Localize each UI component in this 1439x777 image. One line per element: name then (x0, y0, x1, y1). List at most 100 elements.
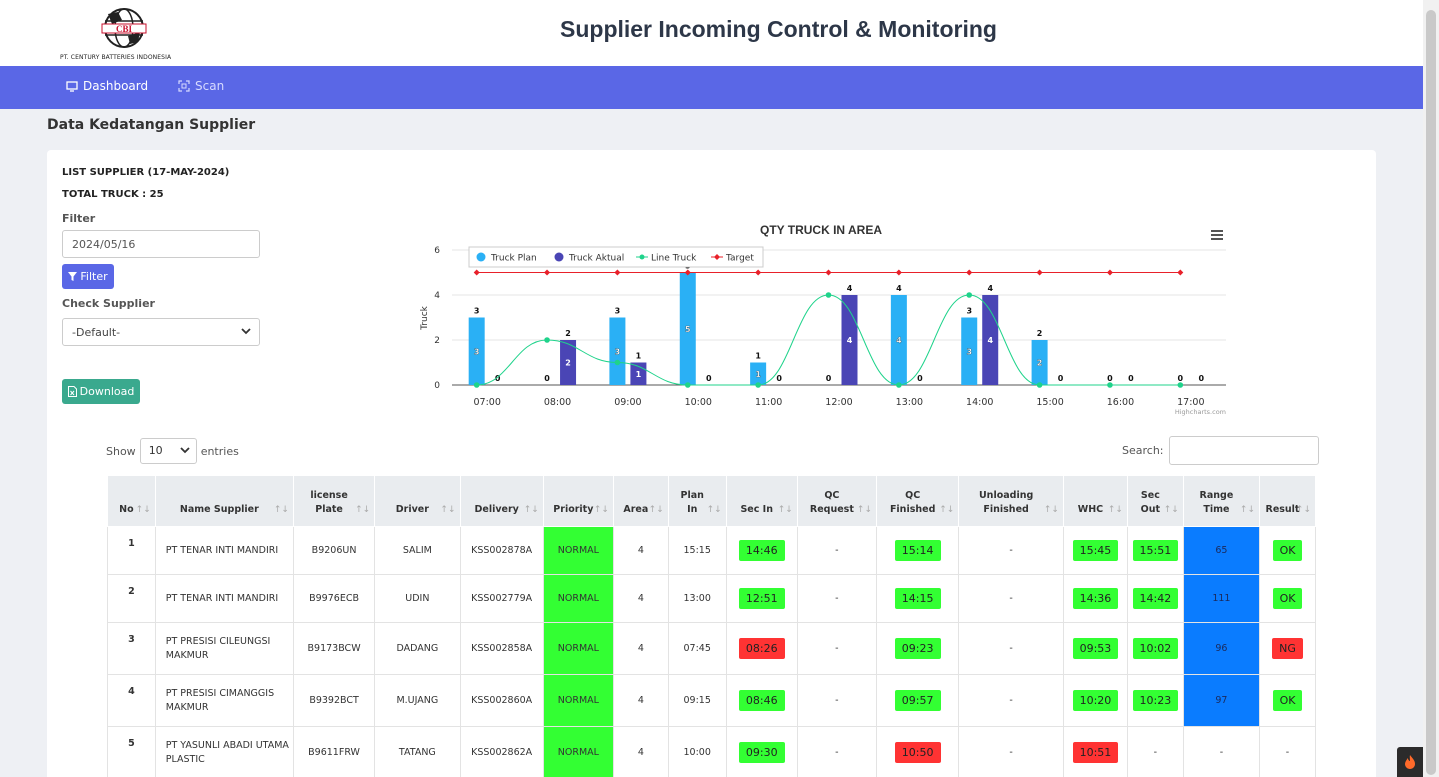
sort-icon[interactable]: ↑↓ (440, 503, 455, 517)
company-logo[interactable]: CBI PT. CENTURY BATTERIES INDONESIA (60, 8, 186, 64)
cell-qc-finished-badge: 14:15 (894, 588, 941, 609)
table-search: Search: (1122, 436, 1319, 465)
cell-result: - (1259, 726, 1316, 777)
bar-data-label: 2 (1037, 329, 1043, 338)
x-tick-label: 13:00 (896, 397, 923, 408)
target-marker (544, 269, 551, 276)
x-tick-label: 10:00 (685, 397, 712, 408)
cell-delivery: KSS002858A (459, 622, 544, 675)
page-scrollbar[interactable] (1423, 0, 1439, 777)
funnel-icon (68, 272, 78, 281)
sort-icon[interactable]: ↑↓ (939, 503, 954, 517)
cell-plate: B9611FRW (292, 726, 376, 777)
sort-icon[interactable]: ↑↓ (857, 503, 872, 517)
cell-sec-in: 12:51 (725, 574, 798, 623)
filter-button[interactable]: Filter (62, 264, 114, 289)
nav-scan[interactable]: Scan (178, 79, 224, 93)
cell-no: 1 (107, 526, 156, 575)
column-header-label: Request (809, 504, 854, 515)
monitor-icon (66, 80, 78, 92)
entries-select[interactable]: 10 (139, 438, 197, 464)
table-row[interactable]: 5 PT YASUNLI ABADI UTAMA PLASTIC B9611FRW T… (107, 726, 1316, 777)
column-header[interactable]: Priority ↑↓ (542, 475, 614, 527)
column-header-label: Plate (315, 504, 343, 515)
x-tick-label: 07:00 (473, 397, 500, 408)
cell-supplier: PT TENAR INTI MANDIRI (154, 526, 294, 575)
cell-qc-request: - (796, 674, 878, 727)
cell-qc-finished-badge: 09:57 (894, 690, 941, 711)
sort-icon[interactable]: ↑↓ (274, 503, 289, 517)
bar-inner-label: 4 (896, 336, 902, 345)
column-header[interactable]: QC Request ↑↓ (796, 475, 878, 527)
target-marker (825, 269, 832, 276)
x-tick-label: 11:00 (755, 397, 782, 408)
sort-icon[interactable]: ↑↓ (707, 503, 722, 517)
entries-label: entries (200, 444, 239, 458)
column-header[interactable]: QC Finished ↑↓ (876, 475, 960, 527)
download-button[interactable]: Download (62, 379, 140, 404)
cell-qc-finished-badge: 09:23 (894, 638, 941, 659)
column-header[interactable]: Area ↑↓ (612, 475, 669, 527)
line-truck-marker (896, 382, 902, 388)
column-header[interactable]: Result ↑↓ (1259, 475, 1316, 527)
fire-button[interactable] (1397, 747, 1423, 777)
scrollbar-thumb[interactable] (1426, 10, 1436, 775)
table-row[interactable]: 1 PT TENAR INTI MANDIRI B9206UN SALIM KSS002… (107, 526, 1316, 575)
cell-sec-out-badge: 14:42 (1132, 588, 1179, 609)
column-header-line1: Plan (680, 490, 704, 501)
bar-data-label: 0 (544, 374, 550, 383)
supplier-select[interactable]: -Default- (62, 318, 260, 346)
column-header-line1: Sec (1140, 490, 1160, 501)
nav-dashboard-label: Dashboard (83, 79, 149, 93)
sort-icon[interactable]: ↑↓ (778, 503, 793, 517)
table-row[interactable]: 4 PT PRESISI CIMANGGIS MAKMUR B9392BCT M.UJ… (107, 674, 1316, 727)
column-header-line1: Range (1199, 490, 1234, 501)
sort-icon[interactable]: ↑↓ (1164, 503, 1179, 517)
column-header[interactable]: Range Time ↑↓ (1182, 475, 1261, 527)
cell-result-badge: OK (1272, 588, 1303, 609)
column-header[interactable]: license Plate ↑↓ (292, 475, 376, 527)
column-header-line1: license (310, 490, 348, 501)
column-header[interactable]: No ↑↓ (107, 475, 156, 527)
column-header[interactable]: Name Supplier ↑↓ (154, 475, 294, 527)
table-row[interactable]: 3 PT PRESISI CILEUNGSI MAKMUR B9173BCW DADA… (107, 622, 1316, 675)
cell-area: 4 (612, 622, 669, 675)
column-header[interactable]: Unloading Finished ↑↓ (958, 475, 1064, 527)
column-header[interactable]: Sec Out ↑↓ (1126, 475, 1184, 527)
table-row[interactable]: 2 PT TENAR INTI MANDIRI B9976ECB UDIN KSS002… (107, 574, 1316, 623)
cell-area: 4 (612, 526, 669, 575)
sort-icon[interactable]: ↑↓ (1240, 503, 1255, 517)
sort-icon[interactable]: ↑↓ (136, 503, 151, 517)
column-header[interactable]: Plan In ↑↓ (667, 475, 727, 527)
nav-dashboard[interactable]: Dashboard (66, 79, 148, 93)
bar-inner-label: 2 (565, 359, 571, 368)
cell-whc-badge: 10:20 (1072, 690, 1119, 711)
cell-sec-out: - (1126, 726, 1184, 777)
cell-supplier: PT PRESISI CILEUNGSI MAKMUR (154, 622, 294, 675)
column-header[interactable]: Delivery ↑↓ (459, 475, 544, 527)
column-header[interactable]: Sec In ↑↓ (725, 475, 798, 527)
legend-label: Truck Plan (490, 254, 537, 264)
bar-inner-label: 3 (474, 347, 480, 356)
cell-no: 3 (107, 622, 156, 675)
column-header-label: WHC (1077, 504, 1104, 515)
column-header[interactable]: WHC ↑↓ (1062, 475, 1128, 527)
sort-icon[interactable]: ↑↓ (649, 503, 664, 517)
cell-plate: B9976ECB (292, 574, 376, 623)
cell-qc-finished: 09:57 (876, 674, 960, 727)
search-input[interactable] (1168, 436, 1319, 465)
sort-icon[interactable]: ↑↓ (1296, 503, 1311, 517)
sort-icon[interactable]: ↑↓ (594, 503, 609, 517)
sort-icon[interactable]: ↑↓ (1108, 503, 1123, 517)
bar-data-label: 0 (706, 374, 712, 383)
filter-label: Filter (62, 212, 96, 225)
sort-icon[interactable]: ↑↓ (524, 503, 539, 517)
chevron-down-icon (241, 328, 251, 335)
sort-icon[interactable]: ↑↓ (355, 503, 370, 517)
cell-sec-out-badge: 15:51 (1132, 540, 1179, 561)
target-marker (1106, 269, 1113, 276)
filter-date-input[interactable]: 2024/05/16 (62, 230, 260, 258)
column-header[interactable]: Driver ↑↓ (374, 475, 461, 527)
sort-icon[interactable]: ↑↓ (1044, 503, 1059, 517)
cell-no: 2 (107, 574, 156, 623)
